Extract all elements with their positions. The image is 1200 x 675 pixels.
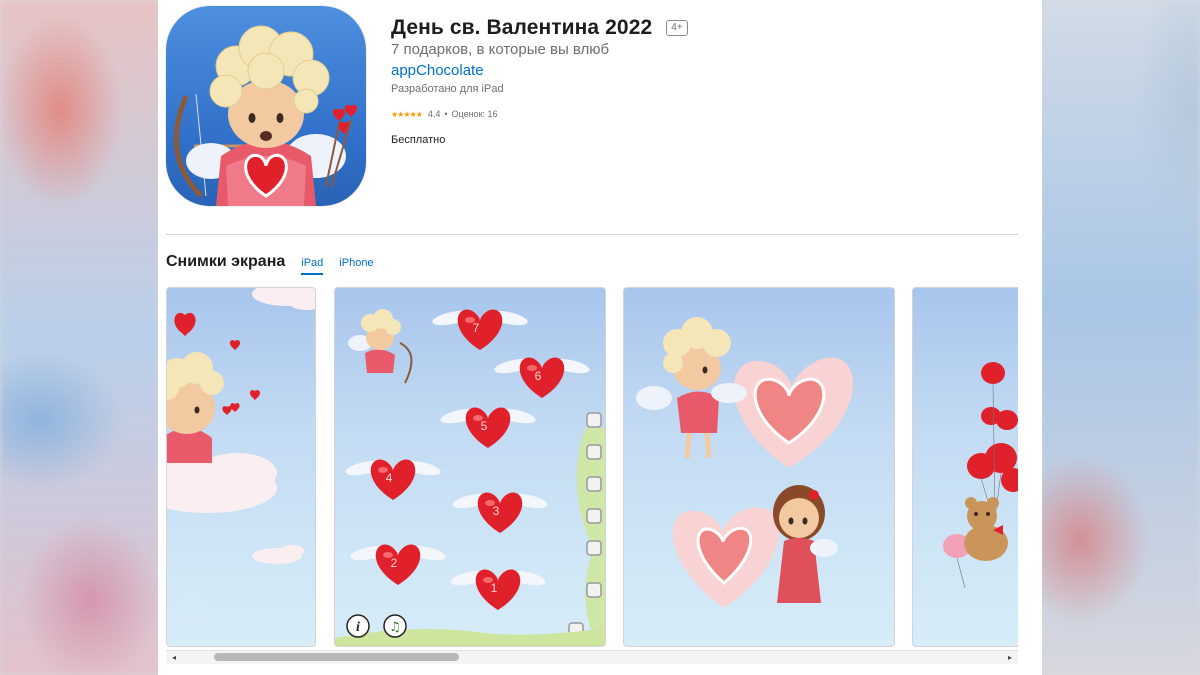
level-heart-4[interactable]: 4 bbox=[344, 458, 442, 500]
rating-row: ★★★★★ 4,4 • Оценок: 16 bbox=[391, 109, 498, 119]
app-store-page: День св. Валентина 2022 4+ 7 подарков, в… bbox=[158, 0, 1042, 675]
section-divider bbox=[166, 234, 1018, 235]
level-heart-2[interactable]: 2 bbox=[349, 543, 447, 585]
rating-value: 4,4 bbox=[427, 109, 441, 119]
level-heart-number: 3 bbox=[493, 504, 500, 518]
ratings-count: Оценок: 16 bbox=[451, 109, 498, 119]
scroll-right-arrow-icon[interactable]: ▸ bbox=[1004, 652, 1016, 663]
screenshots-header: Снимки экрана iPad iPhone bbox=[166, 253, 390, 275]
app-title: День св. Валентина 2022 bbox=[391, 16, 653, 39]
level-heart-number: 4 bbox=[386, 471, 393, 485]
level-heart-3[interactable]: 3 bbox=[451, 491, 549, 533]
blurred-background-right bbox=[1040, 0, 1200, 675]
screenshots-title: Снимки экрана bbox=[166, 253, 286, 270]
age-rating-badge: 4+ bbox=[666, 20, 688, 36]
price-label: Бесплатно bbox=[391, 134, 446, 146]
app-subtitle: 7 подарков, в которые вы влюб bbox=[391, 41, 610, 58]
rating-stars-icon: ★★★★★ bbox=[391, 109, 423, 119]
app-icon bbox=[166, 6, 366, 206]
level-heart-5[interactable]: 5 bbox=[439, 406, 537, 448]
screenshot-3[interactable] bbox=[623, 287, 895, 647]
rating-separator: • bbox=[444, 109, 448, 119]
screenshot-4[interactable] bbox=[912, 287, 1018, 647]
svg-text:i: i bbox=[356, 620, 360, 635]
screenshot-1[interactable] bbox=[166, 287, 316, 647]
level-heart-number: 1 bbox=[491, 581, 498, 595]
horizontal-scrollbar[interactable]: ◂ ▸ bbox=[166, 650, 1018, 664]
level-heart-number: 6 bbox=[535, 369, 542, 383]
screenshot-gallery[interactable]: 7 6 5 4 3 2 1 i ♫ bbox=[166, 287, 1018, 649]
level-heart-number: 7 bbox=[473, 321, 480, 335]
music-button[interactable]: ♫ bbox=[383, 614, 407, 638]
level-heart-7[interactable]: 7 bbox=[431, 308, 529, 350]
level-heart-1[interactable]: 1 bbox=[449, 568, 547, 610]
blurred-background-left bbox=[0, 0, 160, 675]
scroll-thumb[interactable] bbox=[214, 653, 459, 661]
tab-iphone[interactable]: iPhone bbox=[339, 257, 373, 273]
tab-ipad[interactable]: iPad bbox=[301, 257, 324, 275]
svg-text:♫: ♫ bbox=[389, 620, 401, 635]
developer-link[interactable]: appChocolate bbox=[391, 62, 484, 79]
screenshot-2[interactable]: 7 6 5 4 3 2 1 i ♫ bbox=[334, 287, 606, 647]
level-heart-6[interactable]: 6 bbox=[493, 356, 591, 398]
app-title-row: День св. Валентина 2022 4+ bbox=[391, 16, 688, 40]
scroll-left-arrow-icon[interactable]: ◂ bbox=[168, 652, 180, 663]
info-button[interactable]: i bbox=[346, 614, 370, 638]
designed-for-label: Разработано для iPad bbox=[391, 83, 504, 95]
level-heart-number: 5 bbox=[481, 419, 488, 433]
level-heart-number: 2 bbox=[391, 556, 398, 570]
